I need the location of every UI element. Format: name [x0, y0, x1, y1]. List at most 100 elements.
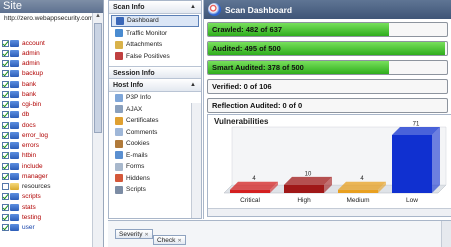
folder-icon	[10, 131, 19, 139]
nav-item-certificates[interactable]: Certificates	[109, 115, 201, 127]
nav-item-label: Attachments	[126, 41, 163, 49]
group-chip-label: Severity	[119, 231, 143, 238]
item-checkbox[interactable]	[2, 172, 9, 180]
site-item-label: admin	[22, 60, 40, 68]
nav-item-label: Certificates	[126, 117, 159, 125]
collapse-chevron-icon[interactable]: ▲	[190, 79, 196, 92]
site-tree-item[interactable]: bank	[0, 89, 92, 99]
item-checkbox[interactable]	[2, 60, 9, 68]
chart-horizontal-scrollbar[interactable]	[208, 208, 451, 216]
site-tree-item[interactable]: resources	[0, 182, 92, 192]
nav-item-ajax[interactable]: AJAX	[109, 104, 201, 116]
nav-item-label: E-mails	[126, 151, 148, 159]
folder-icon	[10, 49, 19, 57]
site-item-label: bank	[22, 80, 37, 88]
scroll-thumb[interactable]	[94, 23, 102, 133]
item-checkbox[interactable]	[2, 131, 9, 139]
item-checkbox[interactable]	[2, 142, 9, 150]
site-tree-item[interactable]: cgi-bin	[0, 100, 92, 110]
item-checkbox[interactable]	[2, 121, 9, 129]
nav-item-attachments[interactable]: Attachments	[109, 39, 201, 51]
scroll-up-icon[interactable]: ▲	[93, 13, 103, 22]
chip-close-icon[interactable]: ✕	[144, 232, 148, 238]
nav-item-p3p-info[interactable]: P3P Info	[109, 92, 201, 104]
folder-icon	[10, 152, 19, 160]
item-checkbox[interactable]	[2, 101, 9, 109]
nav-item-hiddens[interactable]: Hiddens	[109, 173, 201, 185]
item-checkbox[interactable]	[2, 162, 9, 170]
site-tree-item[interactable]: htbin	[0, 151, 92, 161]
site-tree-item[interactable]: account	[0, 38, 92, 48]
collapse-chevron-icon[interactable]: ▲	[190, 1, 196, 14]
site-item-label: docs	[22, 121, 36, 129]
group-chip-check[interactable]: Check ✕	[153, 235, 186, 245]
session-info-title: Session Info	[113, 70, 155, 77]
folder-icon	[10, 90, 19, 98]
site-item-label: include	[22, 162, 43, 170]
site-tree-item[interactable]: error_log	[0, 130, 92, 140]
nav-item-dashboard[interactable]: Dashboard	[111, 15, 199, 27]
item-checkbox[interactable]	[2, 193, 9, 201]
site-tree-item[interactable]: db	[0, 110, 92, 120]
site-tree-item[interactable]: admin	[0, 48, 92, 58]
nav-item-e-mails[interactable]: E-mails	[109, 150, 201, 162]
site-tree-item[interactable]: manager	[0, 171, 92, 181]
hiddens-icon	[115, 174, 123, 183]
site-tree-scrollbar[interactable]: ▲	[92, 13, 103, 247]
scan-info-header[interactable]: Scan Info ▲	[109, 1, 201, 14]
folder-icon	[10, 183, 19, 191]
item-checkbox[interactable]	[2, 224, 9, 232]
nav-item-label: Forms	[126, 163, 145, 171]
folder-icon	[10, 60, 19, 68]
site-tree-item[interactable]: testing	[0, 212, 92, 222]
folder-icon	[10, 80, 19, 88]
chart-bar-top	[284, 176, 332, 185]
site-tree-item[interactable]: docs	[0, 120, 92, 130]
chip-close-icon[interactable]: ✕	[177, 238, 181, 244]
item-checkbox[interactable]	[2, 90, 9, 98]
folder-icon	[10, 70, 19, 78]
session-info-header[interactable]: Session Info	[109, 66, 201, 79]
item-checkbox[interactable]	[2, 49, 9, 57]
host-info-header[interactable]: Host Info ▲	[109, 79, 201, 92]
site-root-url[interactable]: http://zero.webappsecurity.com/	[0, 13, 103, 24]
site-item-label: testing	[22, 213, 42, 221]
false-positives-icon	[115, 52, 123, 61]
certificates-icon	[115, 116, 123, 125]
site-tree-item[interactable]: errors	[0, 141, 92, 151]
nav-item-false-positives[interactable]: False Positives	[109, 51, 201, 63]
item-checkbox[interactable]	[2, 111, 9, 119]
site-tree-item[interactable]: user	[0, 223, 92, 233]
site-panel-title: Site	[0, 0, 103, 13]
dashboard-header: Scan Dashboard	[204, 0, 451, 19]
item-checkbox[interactable]	[2, 152, 9, 160]
site-tree-item[interactable]: backup	[0, 69, 92, 79]
stat-label: Audited: 495 of 500	[212, 44, 281, 53]
nav-item-cookies[interactable]: Cookies	[109, 138, 201, 150]
item-checkbox[interactable]	[2, 213, 9, 221]
group-chip-severity[interactable]: Severity ✕	[115, 229, 153, 239]
nav-item-scripts[interactable]: Scripts	[109, 184, 201, 196]
site-tree-item[interactable]: admin	[0, 59, 92, 69]
item-checkbox[interactable]	[2, 39, 9, 47]
group-by-scrollbar[interactable]	[441, 221, 451, 247]
host-info-scrollbar[interactable]	[191, 103, 201, 218]
item-checkbox[interactable]	[2, 203, 9, 211]
stat-progress-bar: Reflection Audited: 0 of 0	[207, 98, 448, 113]
item-checkbox[interactable]	[2, 70, 9, 78]
cookies-icon	[115, 139, 123, 148]
stat-label: Crawled: 482 of 637	[212, 25, 283, 34]
item-checkbox[interactable]	[2, 80, 9, 88]
site-tree-item[interactable]: include	[0, 161, 92, 171]
site-item-label: htbin	[22, 152, 37, 160]
nav-item-comments[interactable]: Comments	[109, 127, 201, 139]
nav-item-forms[interactable]: Forms	[109, 161, 201, 173]
nav-item-label: P3P Info	[126, 94, 151, 102]
nav-item-traffic-monitor[interactable]: Traffic Monitor	[109, 28, 201, 40]
site-tree-item[interactable]: scripts	[0, 192, 92, 202]
site-tree-item[interactable]: bank	[0, 79, 92, 89]
chart-bar-critical	[230, 189, 270, 193]
site-tree-item[interactable]: stats	[0, 202, 92, 212]
site-item-label: cgi-bin	[22, 101, 42, 109]
item-checkbox[interactable]	[2, 183, 9, 191]
